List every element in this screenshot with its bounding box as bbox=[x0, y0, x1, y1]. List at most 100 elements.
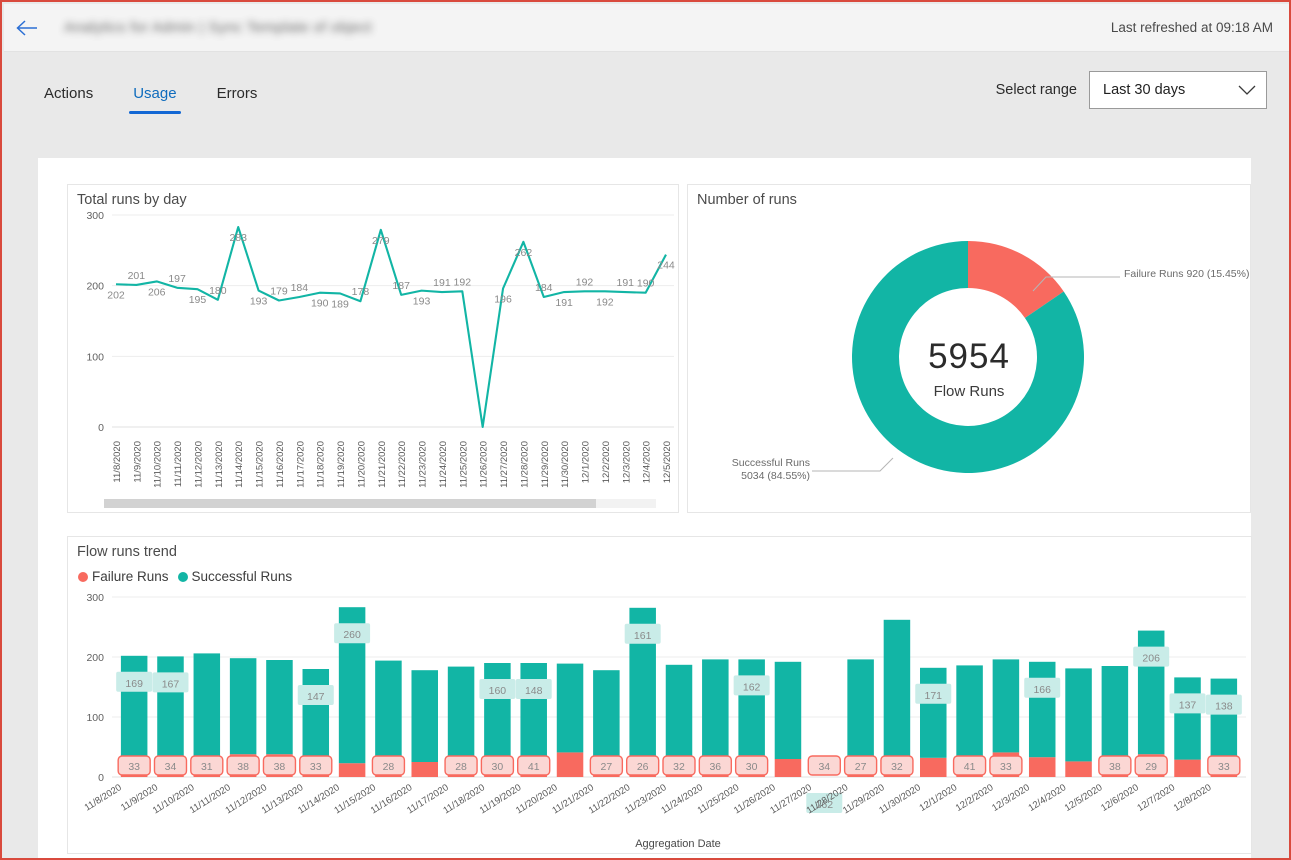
svg-text:11/23/2020: 11/23/2020 bbox=[418, 441, 429, 488]
line-chart-scrollbar-thumb[interactable] bbox=[104, 499, 596, 508]
svg-text:166: 166 bbox=[1033, 684, 1051, 696]
svg-text:206: 206 bbox=[148, 286, 166, 298]
svg-text:11/26/2020: 11/26/2020 bbox=[479, 441, 490, 488]
svg-text:11/11/2020: 11/11/2020 bbox=[173, 441, 184, 487]
bar-segment-failure[interactable] bbox=[1065, 761, 1092, 777]
svg-text:36: 36 bbox=[709, 761, 721, 773]
bar-segment-successful[interactable] bbox=[484, 663, 511, 761]
tab-list: Actions Usage Errors bbox=[40, 66, 293, 114]
bar-segment-successful[interactable] bbox=[1028, 661, 1056, 758]
svg-text:11/14/2020: 11/14/2020 bbox=[234, 441, 245, 488]
bar-segment-successful[interactable] bbox=[120, 655, 148, 758]
bar-segment-successful[interactable] bbox=[774, 661, 802, 759]
tab-usage[interactable]: Usage bbox=[129, 85, 181, 114]
svg-text:12/3/2020: 12/3/2020 bbox=[621, 441, 632, 483]
bar-segment-successful[interactable] bbox=[1101, 666, 1129, 762]
svg-text:12/5/2020: 12/5/2020 bbox=[1063, 782, 1105, 814]
bar-segment-successful[interactable] bbox=[229, 658, 257, 755]
donut-center-label: Flow Runs bbox=[933, 383, 1005, 400]
bar-segment-failure[interactable] bbox=[1174, 759, 1201, 777]
svg-text:283: 283 bbox=[229, 232, 247, 244]
bar-segment-failure[interactable] bbox=[1028, 757, 1056, 777]
svg-text:28: 28 bbox=[383, 761, 395, 773]
bar-segment-successful[interactable] bbox=[447, 666, 475, 761]
svg-text:32: 32 bbox=[673, 761, 685, 773]
bar-segment-successful[interactable] bbox=[593, 670, 620, 762]
svg-text:202: 202 bbox=[107, 289, 125, 301]
bar-chart: 01002003003316911/8/20203416711/9/202031… bbox=[83, 592, 1246, 850]
bar-segment-successful[interactable] bbox=[157, 656, 184, 757]
bar-segment-failure[interactable] bbox=[338, 763, 366, 777]
bar-segment-successful[interactable] bbox=[1065, 668, 1092, 762]
svg-text:11/30/2020: 11/30/2020 bbox=[877, 782, 923, 816]
bar-segment-successful[interactable] bbox=[520, 663, 547, 759]
bar-segment-failure[interactable] bbox=[774, 759, 802, 777]
svg-text:193: 193 bbox=[250, 296, 268, 308]
bar-segment-successful[interactable] bbox=[702, 659, 729, 758]
bar-segment-failure[interactable] bbox=[920, 757, 947, 777]
bar-segment-successful[interactable] bbox=[302, 669, 330, 758]
svg-text:300: 300 bbox=[86, 210, 104, 222]
bar-segment-successful[interactable] bbox=[956, 665, 983, 763]
svg-text:11/21/2020: 11/21/2020 bbox=[377, 441, 388, 488]
svg-text:195: 195 bbox=[189, 294, 207, 306]
svg-text:11/27/2020: 11/27/2020 bbox=[499, 441, 510, 488]
tab-actions[interactable]: Actions bbox=[40, 85, 97, 114]
panel-flow-runs-trend: Flow runs trend Failure Runs Successful … bbox=[67, 536, 1252, 854]
bar-segment-successful[interactable] bbox=[738, 659, 765, 756]
bar-segment-successful[interactable] bbox=[665, 664, 693, 762]
svg-text:178: 178 bbox=[352, 286, 370, 298]
svg-text:12/4/2020: 12/4/2020 bbox=[1026, 782, 1068, 814]
svg-text:262: 262 bbox=[515, 247, 533, 259]
bar-segment-successful[interactable] bbox=[920, 667, 947, 758]
svg-text:33: 33 bbox=[1000, 761, 1012, 773]
tab-errors[interactable]: Errors bbox=[213, 85, 262, 114]
svg-text:192: 192 bbox=[576, 276, 594, 288]
svg-text:11/8/2020: 11/8/2020 bbox=[112, 441, 123, 483]
svg-text:279: 279 bbox=[372, 235, 390, 247]
svg-text:11/8/2020: 11/8/2020 bbox=[83, 782, 124, 813]
svg-text:11/30/2020: 11/30/2020 bbox=[560, 441, 571, 488]
bar-segment-successful[interactable] bbox=[193, 653, 221, 759]
bar-segment-successful[interactable] bbox=[266, 660, 293, 755]
svg-text:12/3/2020: 12/3/2020 bbox=[990, 782, 1032, 814]
bar-segment-successful[interactable] bbox=[1210, 678, 1238, 762]
svg-text:34: 34 bbox=[818, 761, 830, 773]
bar-segment-successful[interactable] bbox=[992, 659, 1020, 753]
legend-label-successful-runs: Successful Runs bbox=[191, 569, 293, 584]
svg-text:11/16/2020: 11/16/2020 bbox=[275, 441, 286, 488]
svg-text:147: 147 bbox=[307, 691, 325, 703]
svg-text:12/5/2020: 12/5/2020 bbox=[662, 441, 673, 483]
svg-text:190: 190 bbox=[637, 278, 655, 290]
line-series bbox=[115, 225, 667, 429]
top-bar: Analytics for Admin | Sync Template of o… bbox=[4, 4, 1289, 52]
svg-text:190: 190 bbox=[311, 298, 329, 310]
bar-segment-successful[interactable] bbox=[375, 660, 402, 761]
bar-segment-successful[interactable] bbox=[883, 619, 911, 761]
svg-text:137: 137 bbox=[1179, 699, 1197, 711]
bar-segment-failure[interactable] bbox=[556, 752, 584, 777]
bar-segment-successful[interactable] bbox=[411, 670, 438, 762]
bar-segment-failure[interactable] bbox=[411, 762, 438, 777]
svg-text:148: 148 bbox=[525, 685, 543, 697]
legend-item-failure-runs[interactable]: Failure Runs bbox=[78, 569, 169, 584]
bar-chart-legend: Failure Runs Successful Runs bbox=[78, 569, 292, 584]
tab-bar: Actions Usage Errors Select range Last 3… bbox=[4, 52, 1289, 128]
svg-text:28: 28 bbox=[455, 761, 467, 773]
bar-segment-successful[interactable] bbox=[556, 663, 584, 753]
svg-text:191: 191 bbox=[555, 297, 573, 309]
bar-segment-successful[interactable] bbox=[847, 659, 874, 757]
svg-text:0: 0 bbox=[98, 772, 104, 784]
svg-text:12/4/2020: 12/4/2020 bbox=[642, 441, 653, 483]
content-card: Total runs by day 0 100 200 300 202 201 206 197… bbox=[38, 158, 1252, 858]
svg-text:38: 38 bbox=[1109, 761, 1121, 773]
svg-text:38: 38 bbox=[237, 761, 249, 773]
line-chart-scrollbar[interactable] bbox=[104, 499, 656, 508]
bar-segment-successful[interactable] bbox=[1174, 677, 1201, 760]
back-button[interactable] bbox=[4, 5, 50, 51]
legend-item-successful-runs[interactable]: Successful Runs bbox=[177, 569, 293, 584]
panel-number-of-runs: Number of runs 5954 Flow Runs Failure Ru… bbox=[687, 184, 1251, 513]
svg-text:27: 27 bbox=[601, 761, 613, 773]
range-dropdown[interactable]: Last 30 days bbox=[1089, 71, 1267, 109]
svg-text:192: 192 bbox=[596, 296, 614, 308]
